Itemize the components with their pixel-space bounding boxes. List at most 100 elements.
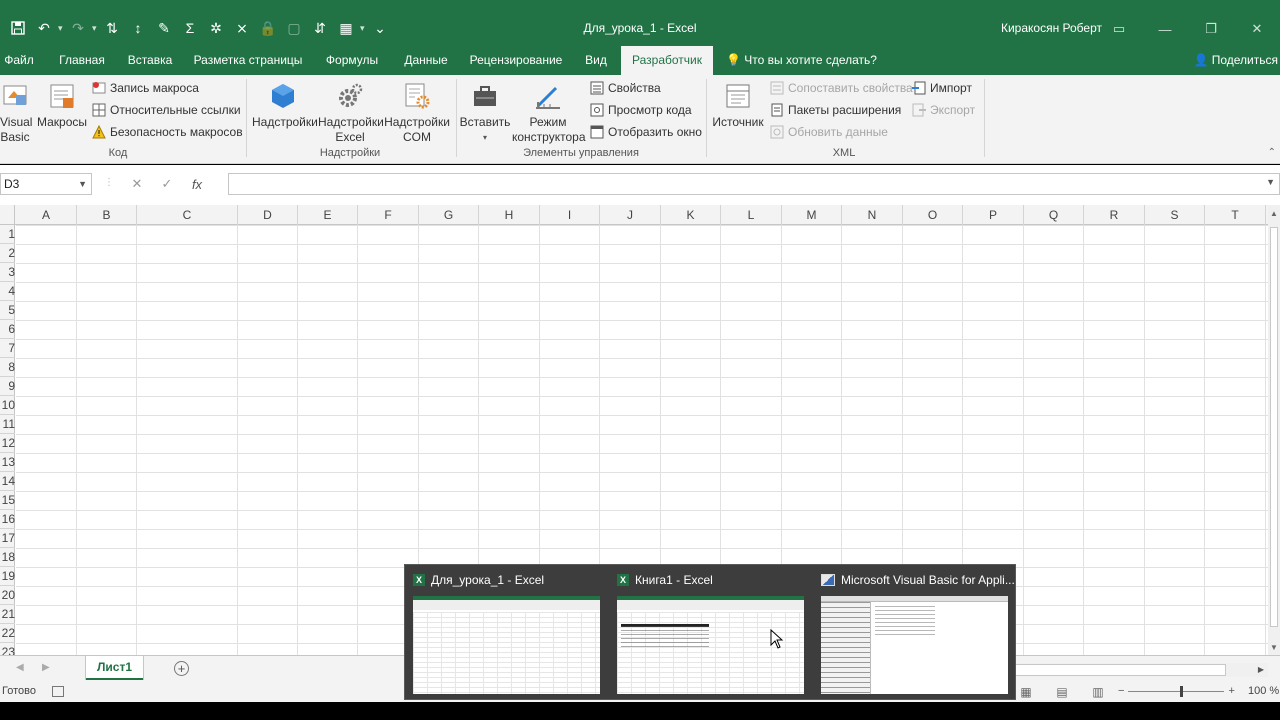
customize-qat-icon[interactable]: ⌄ (368, 17, 392, 39)
row-header[interactable]: 8 (0, 358, 15, 377)
refresh-data-button[interactable]: Обновить данные (770, 122, 888, 142)
macro-security-button[interactable]: Безопасность макросов (92, 122, 243, 142)
tab-developer[interactable]: Разработчик (621, 46, 713, 75)
column-header[interactable]: E (298, 205, 358, 225)
zoom-in-icon[interactable]: + (1228, 685, 1234, 697)
ribbon-display-options-icon[interactable]: ▭ (1096, 16, 1142, 42)
insert-control-button[interactable]: Вставить ▾ (458, 81, 512, 145)
insert-function-icon[interactable]: fx (182, 177, 212, 192)
column-header[interactable]: B (77, 205, 137, 225)
zoom-thumb[interactable] (1180, 685, 1184, 697)
clear-format-icon[interactable]: ⨯ (230, 17, 254, 39)
row-header[interactable]: 11 (0, 415, 15, 434)
row-header[interactable]: 7 (0, 339, 15, 358)
column-header[interactable]: S (1145, 205, 1205, 225)
page-layout-view-icon[interactable]: ▤ (1050, 684, 1074, 700)
row-header[interactable]: 9 (0, 377, 15, 396)
column-header[interactable]: G (419, 205, 479, 225)
column-header[interactable]: D (238, 205, 298, 225)
column-header[interactable]: O (903, 205, 963, 225)
formula-input[interactable]: ▼ (228, 173, 1280, 195)
autosum-icon[interactable]: Σ (178, 17, 202, 39)
zoom-out-icon[interactable]: − (1118, 685, 1124, 697)
column-header[interactable]: J (600, 205, 661, 225)
normal-view-icon[interactable]: ▦ (1014, 684, 1038, 700)
protect-icon[interactable]: ▢ (282, 17, 306, 39)
column-header[interactable]: H (479, 205, 540, 225)
import-button[interactable]: Импорт (912, 78, 972, 98)
macros-button[interactable]: Макросы (36, 81, 88, 130)
redo-icon[interactable]: ↷ (66, 17, 90, 39)
column-header[interactable]: P (963, 205, 1024, 225)
tab-review[interactable]: Рецензирование (466, 46, 566, 75)
screenshot-dropdown-icon[interactable]: ▾ (360, 23, 366, 34)
share-button[interactable]: 👤 Поделиться (1193, 46, 1278, 75)
tab-view[interactable]: Вид (576, 46, 616, 75)
lock-icon[interactable]: 🔒 (256, 17, 280, 39)
fill-icon[interactable]: ✎ (152, 17, 176, 39)
addins-button[interactable]: Надстройки (252, 81, 318, 130)
record-macro-button[interactable]: Запись макроса (92, 78, 199, 98)
row-header[interactable]: 5 (0, 301, 15, 320)
chevron-down-icon[interactable]: ▼ (78, 174, 87, 194)
properties-button[interactable]: Свойства (590, 78, 661, 98)
column-header[interactable]: F (358, 205, 419, 225)
visual-basic-button[interactable]: Visual Basic (0, 81, 32, 145)
column-header[interactable]: Q (1024, 205, 1084, 225)
sort-icon[interactable]: ⇅ (100, 17, 124, 39)
relative-refs-button[interactable]: Относительные ссылки (92, 100, 241, 120)
minimize-icon[interactable]: — (1142, 16, 1188, 42)
design-mode-button[interactable]: Режим конструктора (512, 81, 586, 145)
row-header[interactable]: 4 (0, 282, 15, 301)
row-header[interactable]: 15 (0, 491, 15, 510)
row-header[interactable]: 3 (0, 263, 15, 282)
row-header[interactable]: 23 (0, 643, 15, 655)
next-sheet-icon[interactable]: ▶ (42, 662, 50, 673)
expansion-packs-button[interactable]: Пакеты расширения (770, 100, 901, 120)
row-header[interactable]: 6 (0, 320, 15, 339)
excel-addins-button[interactable]: Надстройки Excel (318, 81, 384, 145)
column-header[interactable]: L (721, 205, 782, 225)
close-icon[interactable]: ✕ (1234, 16, 1280, 42)
row-header[interactable]: 21 (0, 605, 15, 624)
tab-page-layout[interactable]: Разметка страницы (188, 46, 308, 75)
column-header[interactable]: I (540, 205, 600, 225)
restore-icon[interactable]: ❐ (1188, 16, 1234, 42)
row-header[interactable]: 14 (0, 472, 15, 491)
map-properties-button[interactable]: Сопоставить свойства (770, 78, 913, 98)
tab-data[interactable]: Данные (396, 46, 456, 75)
tab-home[interactable]: Главная (52, 46, 112, 75)
view-code-button[interactable]: Просмотр кода (590, 100, 692, 120)
taskbar-thumbnail[interactable]: X Для_урока_1 - Excel (405, 565, 609, 701)
row-header[interactable]: 1 (0, 225, 15, 244)
column-header[interactable]: A (16, 205, 77, 225)
add-sheet-icon[interactable]: + (174, 661, 189, 676)
name-box[interactable]: D3 ▼ (0, 173, 92, 195)
merge-icon[interactable]: ✲ (204, 17, 228, 39)
select-all-corner[interactable] (0, 205, 15, 225)
com-addins-button[interactable]: Надстройки COM (384, 81, 450, 145)
prev-sheet-icon[interactable]: ◀ (16, 662, 24, 673)
row-header[interactable]: 17 (0, 529, 15, 548)
zoom-track[interactable] (1128, 685, 1225, 697)
column-header[interactable]: K (661, 205, 721, 225)
vertical-scrollbar[interactable]: ▲ ▼ (1268, 205, 1280, 655)
export-button[interactable]: Экспорт (912, 100, 975, 120)
scroll-down-icon[interactable]: ▼ (1268, 643, 1280, 652)
row-header[interactable]: 13 (0, 453, 15, 472)
row-header[interactable]: 16 (0, 510, 15, 529)
column-header[interactable]: N (842, 205, 903, 225)
scroll-right-icon[interactable]: ▶ (1254, 663, 1268, 677)
row-header[interactable]: 20 (0, 586, 15, 605)
expand-formula-bar-icon[interactable]: ▼ (1266, 177, 1275, 187)
zoom-level[interactable]: 100 % (1248, 685, 1279, 697)
row-header[interactable]: 18 (0, 548, 15, 567)
sheet-tab-list1[interactable]: Лист1 (86, 656, 143, 680)
column-header[interactable]: T (1205, 205, 1266, 225)
redo-dropdown-icon[interactable]: ▾ (92, 23, 98, 34)
user-name[interactable]: Киракосян Роберт (1001, 21, 1102, 35)
confirm-icon[interactable]: ✓ (152, 176, 182, 192)
zoom-slider[interactable]: − + (1118, 685, 1235, 697)
column-header[interactable]: M (782, 205, 842, 225)
row-header[interactable]: 2 (0, 244, 15, 263)
